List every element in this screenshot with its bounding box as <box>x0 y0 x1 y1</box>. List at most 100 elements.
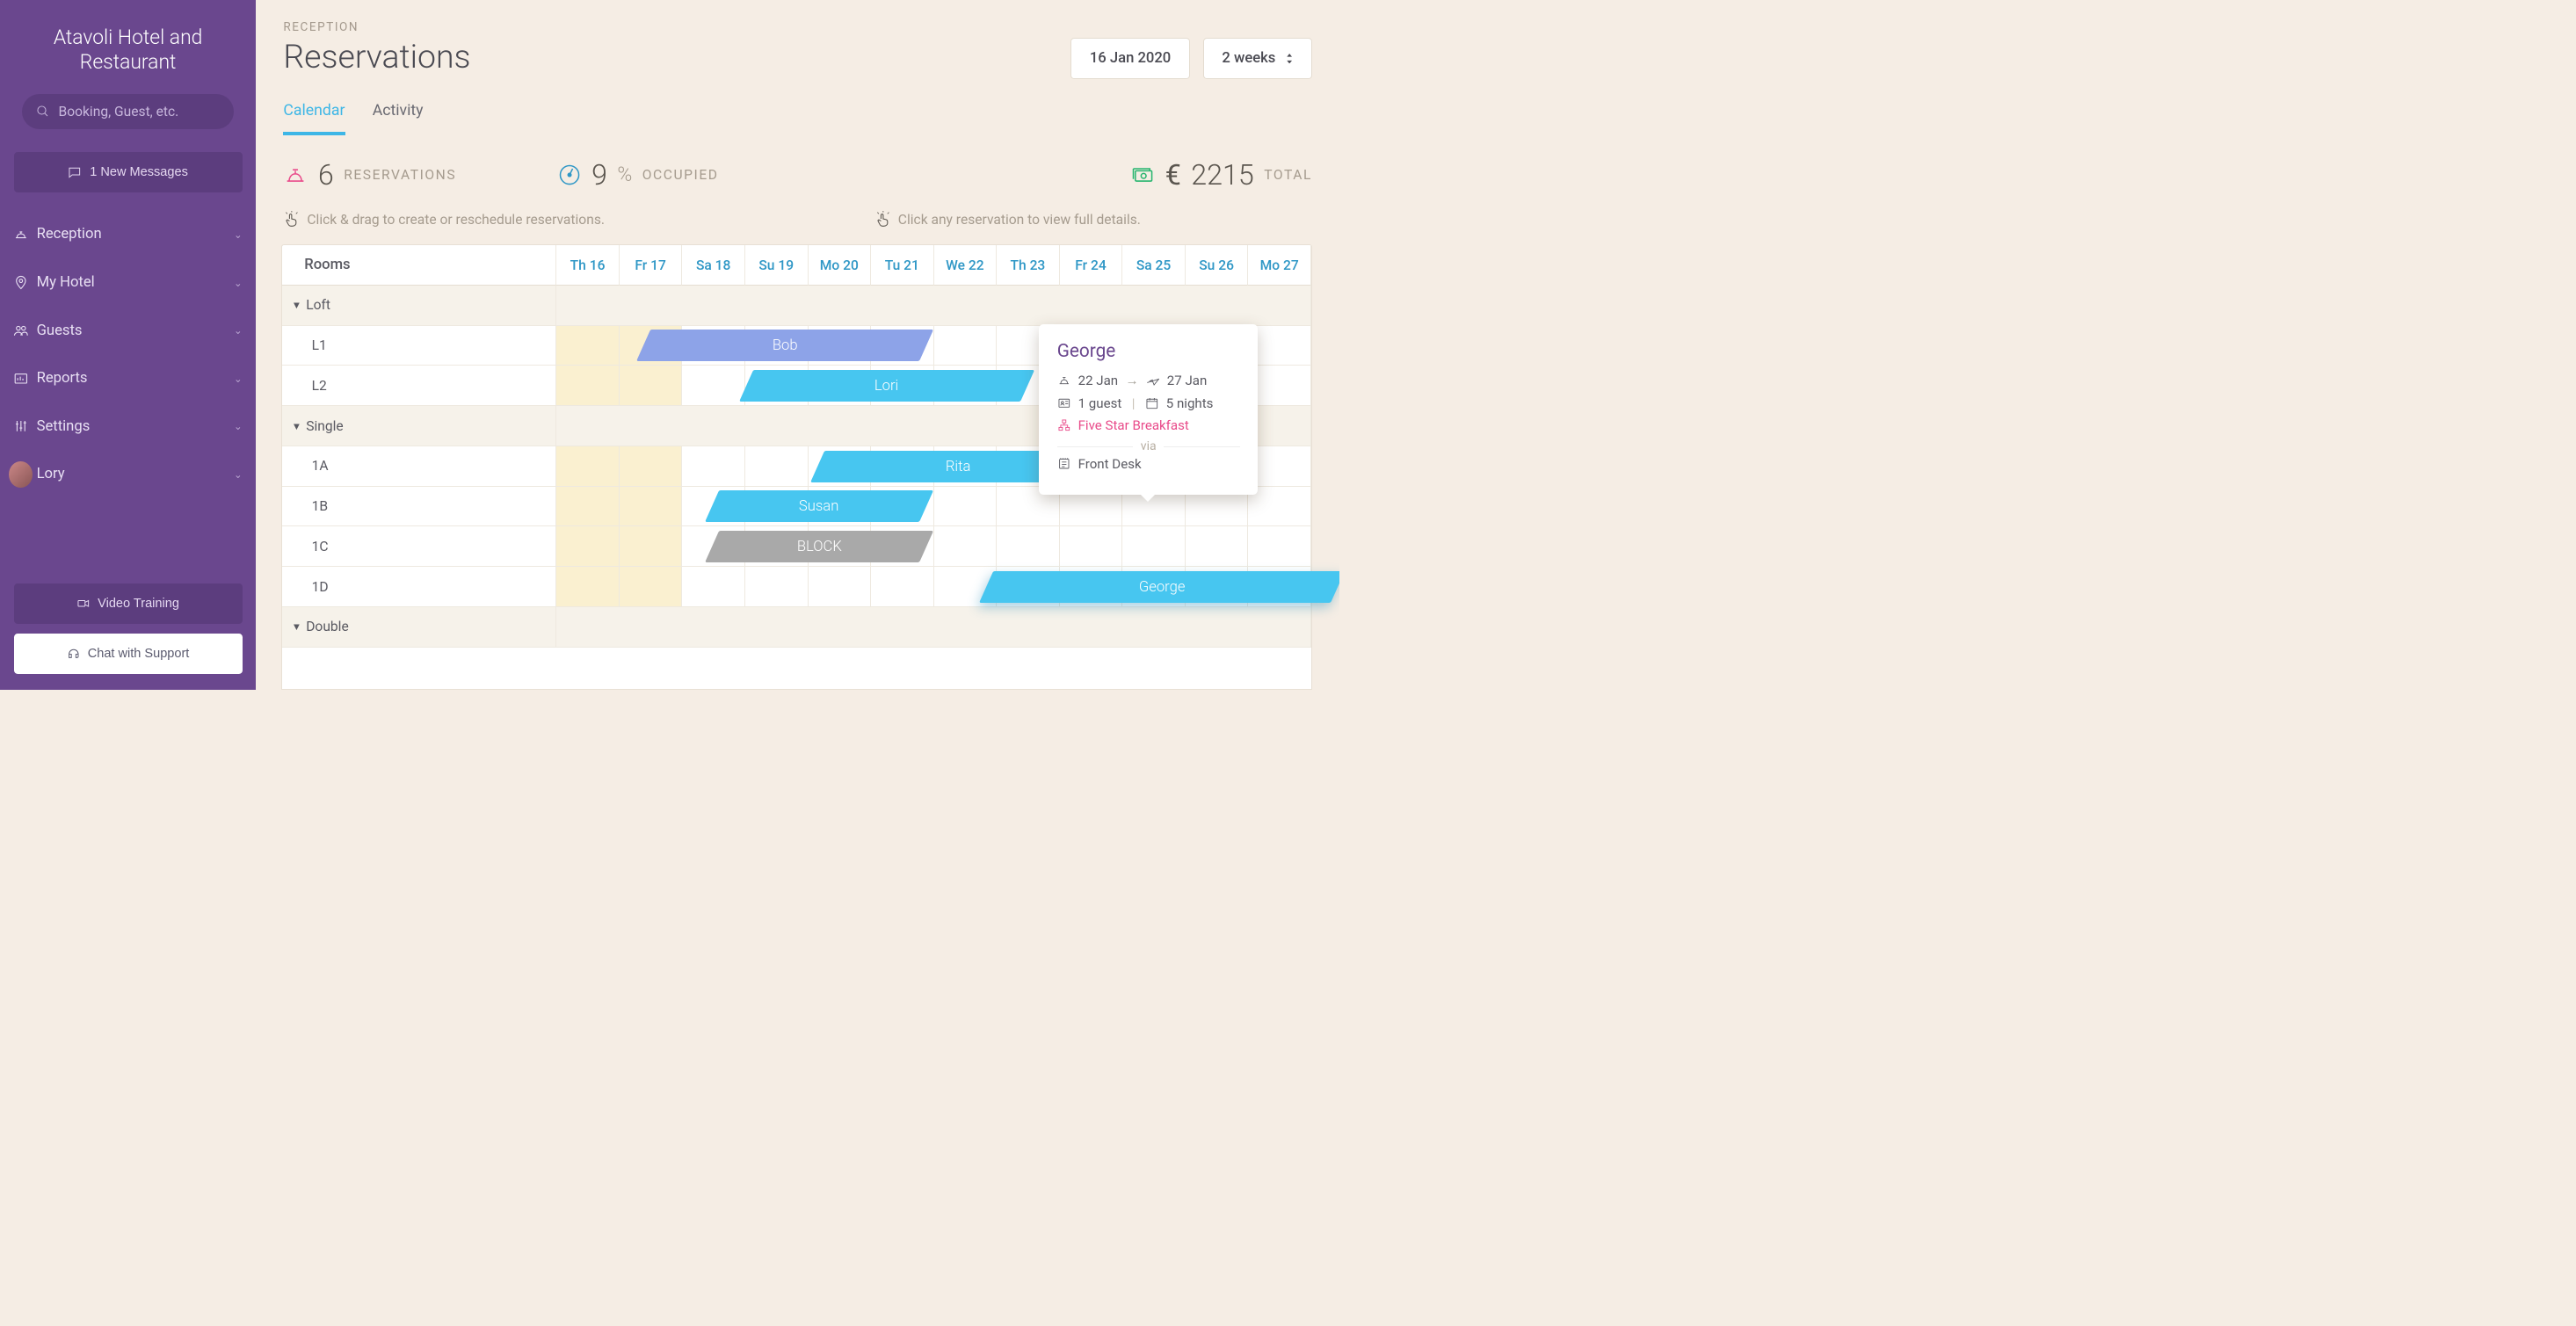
grid-cell[interactable] <box>682 446 745 487</box>
sidebar-item-reports[interactable]: Reports ⌄ <box>0 354 256 402</box>
message-icon <box>68 165 82 179</box>
search-icon <box>36 105 50 119</box>
tab-activity[interactable]: Activity <box>373 102 424 135</box>
chat-support-button[interactable]: Chat with Support <box>14 634 243 674</box>
column-header-day[interactable]: We 22 <box>934 245 998 286</box>
reports-icon <box>13 371 29 387</box>
popover-guest-count: 1 guest <box>1078 395 1122 411</box>
reservation-bar[interactable]: Bob <box>636 330 934 361</box>
room-row: 1D <box>282 567 556 607</box>
grid-cell[interactable] <box>1186 526 1249 567</box>
grid-cell[interactable] <box>682 366 745 406</box>
room-group-toggle[interactable]: ▼Single <box>282 406 556 446</box>
reservation-bar[interactable]: Lori <box>739 370 1034 402</box>
room-row: 1B <box>282 487 556 527</box>
hint-click: Click any reservation to view full detai… <box>874 211 1141 228</box>
chevron-down-icon: ⌄ <box>234 373 243 385</box>
search-input[interactable]: Booking, Guest, etc. <box>22 94 234 130</box>
range-picker[interactable]: 2 weeks <box>1203 38 1312 80</box>
sidebar-item-reception[interactable]: Reception ⌄ <box>0 211 256 259</box>
guests-icon <box>13 322 29 338</box>
video-icon <box>76 597 91 611</box>
grid-cell[interactable] <box>682 567 745 607</box>
sidebar-item-label: Settings <box>37 418 234 435</box>
grid-cell[interactable] <box>1248 487 1311 527</box>
column-header-day[interactable]: Su 26 <box>1186 245 1249 286</box>
column-header-day[interactable]: Fr 24 <box>1060 245 1123 286</box>
room-group-toggle[interactable]: ▼Loft <box>282 286 556 326</box>
reservation-bar[interactable]: BLOCK <box>705 531 934 562</box>
select-caret-icon <box>1286 54 1293 63</box>
grid-cell[interactable] <box>556 446 620 487</box>
calendar-grid[interactable]: Rooms Th 16 Fr 17 Sa 18 Su 19 Mo 20 Tu 2… <box>281 244 1312 690</box>
reservation-bar[interactable]: Susan <box>705 490 934 522</box>
grid-cell[interactable] <box>620 366 683 406</box>
column-header-day[interactable]: Mo 20 <box>809 245 872 286</box>
grid-cell[interactable] <box>620 487 683 527</box>
grid-cell[interactable] <box>1122 526 1186 567</box>
grid-cell[interactable] <box>620 446 683 487</box>
grid-cell[interactable] <box>871 567 934 607</box>
column-header-day[interactable]: Fr 17 <box>620 245 683 286</box>
column-header-day[interactable]: Su 19 <box>745 245 809 286</box>
room-group-toggle[interactable]: ▼Double <box>282 607 556 648</box>
plane-icon <box>1146 373 1160 388</box>
column-header-day[interactable]: Mo 27 <box>1248 245 1311 286</box>
column-header-day[interactable]: Th 23 <box>997 245 1060 286</box>
grid-cell[interactable] <box>556 567 620 607</box>
column-header-day[interactable]: Sa 18 <box>682 245 745 286</box>
grid-cell[interactable] <box>745 567 809 607</box>
grid-cell[interactable] <box>1248 366 1311 406</box>
bell-icon <box>283 163 308 187</box>
column-header-day[interactable]: Tu 21 <box>871 245 934 286</box>
sidebar-item-myhotel[interactable]: My Hotel ⌄ <box>0 258 256 307</box>
grid-cell[interactable] <box>620 567 683 607</box>
grid-cell[interactable] <box>934 487 998 527</box>
arrow-right-icon: → <box>1125 373 1138 388</box>
tab-calendar[interactable]: Calendar <box>283 102 345 135</box>
grid-cell[interactable] <box>1248 326 1311 366</box>
sidebar-item-label: Guests <box>37 322 234 339</box>
grid-cell[interactable] <box>745 446 809 487</box>
grid-cell[interactable] <box>1248 446 1311 487</box>
sidebar-item-user[interactable]: Lory ⌄ <box>0 451 256 499</box>
main-content: RECEPTION Reservations 16 Jan 2020 2 wee… <box>256 0 1339 690</box>
messages-button[interactable]: 1 New Messages <box>14 152 243 192</box>
sidebar-item-guests[interactable]: Guests ⌄ <box>0 307 256 355</box>
id-card-icon <box>1057 396 1071 410</box>
popover-source: Front Desk <box>1078 456 1142 472</box>
grid-cell[interactable] <box>1248 526 1311 567</box>
grid-cell[interactable] <box>556 366 620 406</box>
grid-cell[interactable] <box>934 326 998 366</box>
room-row: L1 <box>282 326 556 366</box>
sidebar-item-label: My Hotel <box>37 274 234 291</box>
stat-occupied: 9 % OCCUPIED <box>557 158 719 192</box>
chevron-down-icon: ⌄ <box>234 420 243 432</box>
chevron-down-icon: ⌄ <box>234 277 243 289</box>
grid-cell[interactable] <box>1060 526 1123 567</box>
stat-total: € 2215 TOTAL <box>1130 158 1312 192</box>
primary-nav: Reception ⌄ My Hotel ⌄ Guests ⌄ Reports … <box>0 211 256 499</box>
popover-via-label: via <box>1141 439 1157 453</box>
stat-reservations: 6 RESERVATIONS <box>283 158 456 192</box>
video-training-button[interactable]: Video Training <box>14 583 243 624</box>
grid-cell[interactable] <box>620 526 683 567</box>
grid-cell[interactable] <box>934 526 998 567</box>
column-header-day[interactable]: Th 16 <box>556 245 620 286</box>
date-picker[interactable]: 16 Jan 2020 <box>1070 38 1190 80</box>
popover-plan: Five Star Breakfast <box>1078 417 1189 433</box>
sidebar-item-settings[interactable]: Settings ⌄ <box>0 402 256 451</box>
grid-cell[interactable] <box>809 567 872 607</box>
reservation-bar[interactable]: George <box>979 571 1339 603</box>
grid-cell[interactable] <box>556 526 620 567</box>
column-header-day[interactable]: Sa 25 <box>1122 245 1186 286</box>
caret-down-icon: ▼ <box>292 620 301 633</box>
cash-icon <box>1130 163 1155 187</box>
grid-cell[interactable] <box>556 326 620 366</box>
grid-cell[interactable] <box>556 487 620 527</box>
grid-cell[interactable] <box>997 526 1060 567</box>
reservation-popover: George 22 Jan → 27 Jan 1 guest | 5 night… <box>1039 324 1259 495</box>
chevron-down-icon: ⌄ <box>234 228 243 241</box>
brand-title: Atavoli Hotel and Restaurant <box>0 25 256 94</box>
room-row: 1C <box>282 526 556 567</box>
